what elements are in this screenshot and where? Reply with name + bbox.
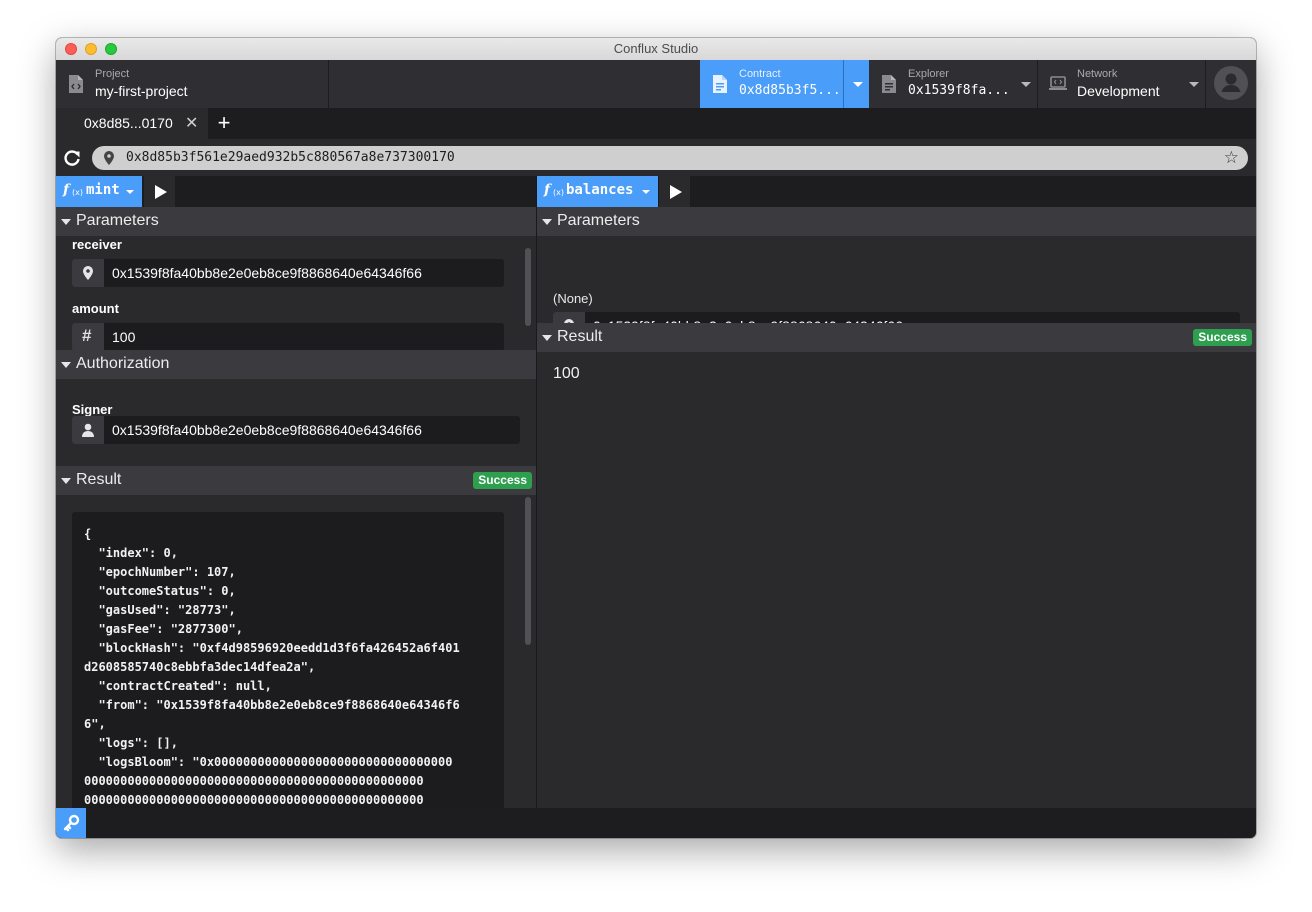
function-name: mint — [86, 182, 120, 198]
result-output: { "index": 0, "epochNumber": 107, "outco… — [72, 512, 504, 808]
address-value: 0x8d85b3f561e29aed932b5c880567a8e7373001… — [126, 150, 455, 165]
function-name: balances — [566, 182, 634, 198]
explorer-file-icon — [882, 75, 896, 93]
key-icon — [63, 814, 80, 832]
result-json: { "index": 0, "epochNumber": 107, "outco… — [84, 527, 460, 807]
status-bar — [56, 808, 1256, 838]
top-header: Project my-first-project Contract 0x8d85… — [56, 60, 1256, 108]
project-selector[interactable]: Project my-first-project — [56, 60, 329, 108]
left-pane: f (x) mint Parameters receiver 0x1539f8f… — [56, 176, 537, 808]
project-name: my-first-project — [95, 83, 188, 99]
parameters-header[interactable]: Parameters — [537, 207, 1256, 236]
app-window: Conflux Studio Project my-first-project … — [56, 38, 1256, 838]
section-title: Parameters — [76, 212, 159, 229]
collapse-triangle-icon — [61, 362, 71, 368]
function-icon: f — [544, 182, 551, 198]
user-avatar-button[interactable] — [1214, 66, 1248, 100]
section-title: Result — [557, 328, 603, 345]
title-bar: Conflux Studio — [56, 38, 1256, 61]
tab-bar: 0x8d85...0170 ✕ + — [56, 108, 1256, 139]
explorer-dropdown-button[interactable] — [1012, 60, 1038, 108]
user-icon — [1221, 73, 1241, 92]
param-label-amount: amount — [72, 301, 119, 316]
function-icon-sub: (x) — [553, 188, 564, 197]
collapse-triangle-icon — [542, 335, 552, 341]
function-icon: f — [63, 182, 70, 198]
bookmark-star-icon[interactable]: ☆ — [1224, 148, 1239, 168]
status-badge: Success — [1193, 329, 1252, 346]
result-value: 100 — [553, 365, 580, 382]
result-header[interactable]: Result Success — [537, 323, 1256, 352]
amount-value: 100 — [112, 329, 136, 345]
signer-select[interactable]: 0x1539f8fa40bb8e2e0eb8ce9f8868640e64346f… — [72, 416, 520, 444]
tab-label: 0x8d85...0170 — [84, 115, 173, 131]
keypair-manager-button[interactable] — [56, 808, 86, 838]
function-icon-sub: (x) — [72, 188, 83, 197]
parameters-scrollbar[interactable] — [525, 248, 531, 326]
param-label-receiver: receiver — [72, 237, 122, 252]
location-pin-icon — [72, 259, 104, 287]
code-file-icon — [69, 75, 83, 93]
right-pane: f (x) balances Parameters (None) 0x1539f… — [537, 176, 1256, 808]
authorization-header[interactable]: Authorization — [56, 350, 536, 379]
chevron-down-icon — [126, 190, 134, 194]
explorer-address: 0x1539f8fa... — [908, 83, 1010, 98]
project-label: Project — [95, 68, 130, 80]
section-title: Authorization — [76, 355, 170, 372]
collapse-triangle-icon — [61, 219, 71, 225]
tab-contract[interactable]: 0x8d85...0170 ✕ — [56, 108, 208, 139]
window-title: Conflux Studio — [613, 41, 699, 56]
receiver-value: 0x1539f8fa40bb8e2e0eb8ce9f8868640e64346f… — [112, 265, 422, 281]
network-label: Network — [1077, 68, 1118, 80]
parameters-header[interactable]: Parameters — [56, 207, 536, 236]
contract-label: Contract — [739, 68, 781, 80]
explorer-label: Explorer — [908, 68, 949, 80]
explorer-selector[interactable]: Explorer 0x1539f8fa... — [869, 60, 1038, 108]
parameters-body: receiver 0x1539f8fa40bb8e2e0eb8ce9f88686… — [56, 236, 536, 350]
left-function-bar: f (x) mint — [56, 176, 536, 207]
result-scrollbar[interactable] — [525, 497, 531, 645]
location-pin-icon — [104, 151, 114, 165]
function-selector-mint[interactable]: f (x) mint — [56, 176, 142, 207]
network-selector[interactable]: Network Development — [1038, 60, 1206, 108]
run-button[interactable] — [659, 176, 691, 207]
contract-file-icon — [713, 75, 727, 93]
right-function-bar: f (x) balances — [537, 176, 1256, 207]
hash-icon: # — [72, 323, 104, 350]
network-dropdown-button[interactable] — [1180, 60, 1206, 108]
address-input[interactable]: 0x8d85b3f561e29aed932b5c880567a8e7373001… — [92, 146, 1248, 170]
laptop-network-icon — [1049, 76, 1067, 90]
amount-input[interactable]: # 100 — [72, 323, 504, 350]
network-name: Development — [1077, 83, 1160, 99]
contract-selector[interactable]: Contract 0x8d85b3f5... — [700, 60, 869, 108]
address-bar: 0x8d85b3f561e29aed932b5c880567a8e7373001… — [56, 139, 1256, 176]
refresh-icon[interactable] — [62, 148, 82, 168]
user-icon — [72, 416, 104, 444]
chevron-down-icon — [642, 190, 650, 194]
result-header[interactable]: Result Success — [56, 466, 536, 495]
param-none-label: (None) — [553, 291, 593, 306]
receiver-input[interactable]: 0x1539f8fa40bb8e2e0eb8ce9f8868640e64346f… — [72, 259, 504, 287]
add-tab-button[interactable]: + — [212, 110, 236, 136]
collapse-triangle-icon — [61, 478, 71, 484]
run-button[interactable] — [144, 176, 176, 207]
function-selector-balances[interactable]: f (x) balances — [537, 176, 658, 207]
section-title: Parameters — [557, 212, 640, 229]
collapse-triangle-icon — [542, 219, 552, 225]
status-badge: Success — [473, 472, 532, 489]
close-tab-icon[interactable]: ✕ — [185, 113, 198, 133]
signer-label: Signer — [72, 402, 113, 417]
contract-address: 0x8d85b3f5... — [739, 83, 841, 98]
signer-value: 0x1539f8fa40bb8e2e0eb8ce9f8868640e64346f… — [112, 422, 422, 438]
contract-dropdown-button[interactable] — [843, 60, 870, 108]
section-title: Result — [76, 471, 122, 488]
